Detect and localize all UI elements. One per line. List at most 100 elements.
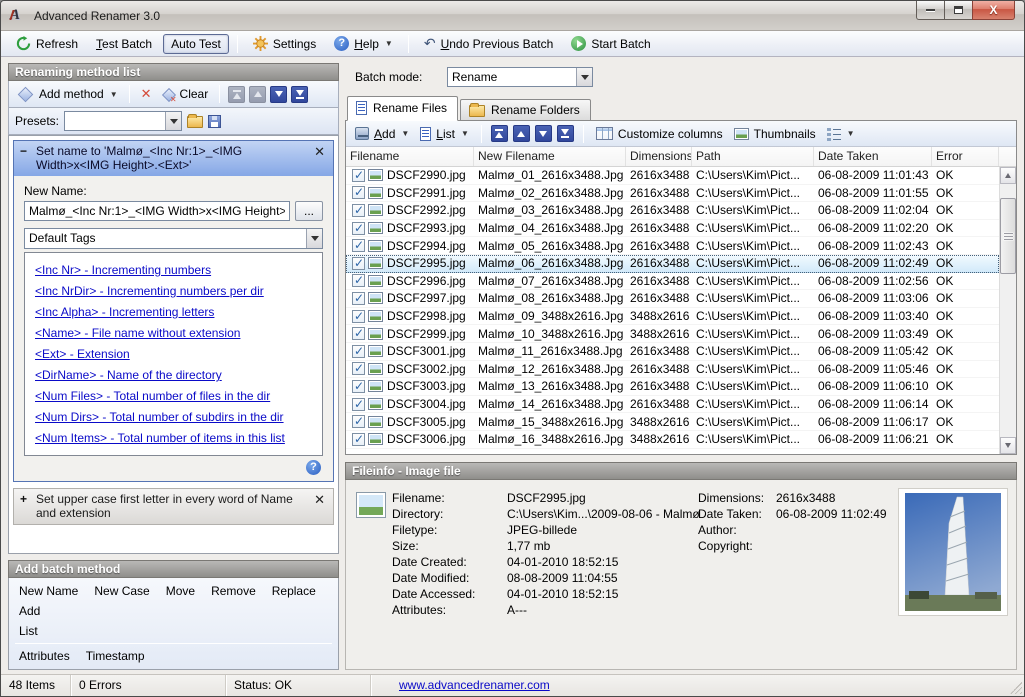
row-checkbox[interactable] xyxy=(352,398,365,411)
method-close-icon[interactable]: ✕ xyxy=(312,144,327,160)
table-row[interactable]: DSCF3004.jpg Malmø_14_2616x3488.Jpg 2616… xyxy=(346,396,999,414)
row-checkbox[interactable] xyxy=(352,362,365,375)
table-row[interactable]: DSCF2997.jpg Malmø_08_2616x3488.Jpg 2616… xyxy=(346,290,999,308)
table-row[interactable]: DSCF2996.jpg Malmø_07_2616x3488.Jpg 2616… xyxy=(346,273,999,291)
collapse-icon[interactable]: − xyxy=(20,144,30,158)
undo-previous-batch-button[interactable]: ↶ Undo Previous Batch xyxy=(417,35,560,53)
start-batch-button[interactable]: Start Batch xyxy=(564,34,657,53)
tag-link[interactable]: <Num Items> - Total number of items in t… xyxy=(35,428,312,449)
row-checkbox[interactable] xyxy=(352,186,365,199)
add-files-button[interactable]: Add▼ xyxy=(352,125,412,143)
move-file-bottom-button[interactable] xyxy=(557,125,574,142)
row-checkbox[interactable] xyxy=(352,380,365,393)
method-set-name-header[interactable]: − Set name to 'Malmø_<Inc Nr:1>_<IMG Wid… xyxy=(14,141,333,176)
add-method-shortcut-button[interactable]: New Name xyxy=(11,581,86,601)
help-button[interactable]: ? Help▼ xyxy=(327,34,400,53)
tag-link[interactable]: <Num Dirs> - Total number of subdirs in … xyxy=(35,407,312,428)
refresh-button[interactable]: Refresh xyxy=(9,34,85,53)
row-checkbox[interactable] xyxy=(352,274,365,287)
presets-select[interactable] xyxy=(64,111,182,131)
scrollbar-thumb[interactable] xyxy=(1000,198,1016,274)
method-new-case-header[interactable]: + Set upper case first letter in every w… xyxy=(14,489,333,524)
table-row[interactable]: DSCF3005.jpg Malmø_15_3488x2616.Jpg 3488… xyxy=(346,413,999,431)
row-checkbox[interactable] xyxy=(352,327,365,340)
table-row[interactable]: DSCF3001.jpg Malmø_11_2616x3488.Jpg 2616… xyxy=(346,343,999,361)
add-method-shortcut-button[interactable]: List xyxy=(11,621,46,641)
table-row[interactable]: DSCF3006.jpg Malmø_16_3488x2616.Jpg 3488… xyxy=(346,431,999,449)
row-checkbox[interactable] xyxy=(352,239,365,252)
table-row[interactable]: DSCF3002.jpg Malmø_12_2616x3488.Jpg 2616… xyxy=(346,361,999,379)
minimize-button[interactable] xyxy=(916,1,945,20)
settings-button[interactable]: Settings xyxy=(246,34,323,53)
tag-link[interactable]: <Name> - File name without extension xyxy=(35,323,312,344)
test-batch-button[interactable]: Test Batch xyxy=(89,35,159,53)
vertical-scrollbar[interactable] xyxy=(999,167,1016,454)
column-header-path[interactable]: Path xyxy=(692,147,814,166)
add-method-shortcut-button[interactable]: Remove xyxy=(203,581,264,601)
row-checkbox[interactable] xyxy=(352,204,365,217)
table-row[interactable]: DSCF2998.jpg Malmø_09_3488x2616.Jpg 3488… xyxy=(346,308,999,326)
add-method-shortcut-button[interactable]: Move xyxy=(158,581,203,601)
close-button[interactable]: X xyxy=(972,1,1015,20)
move-file-top-button[interactable] xyxy=(491,125,508,142)
view-mode-button[interactable]: ▼ xyxy=(824,125,858,142)
move-file-down-button[interactable] xyxy=(535,125,552,142)
tab-rename-folders[interactable]: Rename Folders xyxy=(460,99,591,121)
remove-method-button[interactable]: ✕ xyxy=(138,84,155,104)
tag-link[interactable]: <Num Files> - Total number of files in t… xyxy=(35,386,312,407)
row-checkbox[interactable] xyxy=(352,433,365,446)
column-header-error[interactable]: Error xyxy=(932,147,999,166)
add-method-shortcut-button[interactable]: Attributes xyxy=(11,646,78,666)
table-row[interactable]: DSCF2995.jpg Malmø_06_2616x3488.Jpg 2616… xyxy=(346,255,999,273)
add-method-shortcut-button[interactable]: New Case xyxy=(86,581,157,601)
method-close-icon[interactable]: ✕ xyxy=(312,492,327,508)
move-method-down-button[interactable] xyxy=(270,86,287,103)
save-preset-icon[interactable] xyxy=(208,115,221,128)
table-row[interactable]: DSCF2999.jpg Malmø_10_3488x2616.Jpg 3488… xyxy=(346,325,999,343)
add-method-shortcut-button[interactable]: Replace xyxy=(264,581,324,601)
expand-icon[interactable]: + xyxy=(20,492,30,506)
resize-grip[interactable] xyxy=(1010,682,1022,694)
tag-link[interactable]: <Ext> - Extension xyxy=(35,344,312,365)
column-header-filename[interactable]: Filename xyxy=(346,147,474,166)
tag-link[interactable]: <Inc NrDir> - Incrementing numbers per d… xyxy=(35,281,312,302)
row-checkbox[interactable] xyxy=(352,169,365,182)
column-header-date-taken[interactable]: Date Taken xyxy=(814,147,932,166)
maximize-button[interactable] xyxy=(945,1,972,20)
column-header-new-filename[interactable]: New Filename xyxy=(474,147,626,166)
tab-rename-files[interactable]: Rename Files xyxy=(347,96,458,121)
row-checkbox[interactable] xyxy=(352,222,365,235)
tag-category-select[interactable]: Default Tags xyxy=(24,228,323,249)
move-method-top-button[interactable] xyxy=(228,86,245,103)
table-row[interactable]: DSCF2991.jpg Malmø_02_2616x3488.Jpg 2616… xyxy=(346,185,999,203)
clear-methods-button[interactable]: Clear xyxy=(159,85,212,103)
batch-mode-select[interactable]: Rename xyxy=(447,67,593,87)
tags-dropdown-arrow[interactable] xyxy=(306,229,322,248)
row-checkbox[interactable] xyxy=(352,310,365,323)
table-row[interactable]: DSCF2993.jpg Malmø_04_2616x3488.Jpg 2616… xyxy=(346,220,999,238)
presets-dropdown-arrow[interactable] xyxy=(165,112,181,130)
row-checkbox[interactable] xyxy=(352,257,365,270)
customize-columns-button[interactable]: Customize columns xyxy=(593,125,726,143)
auto-test-toggle[interactable]: Auto Test xyxy=(163,34,229,54)
scroll-up-button[interactable] xyxy=(1000,167,1016,184)
batch-mode-dropdown-arrow[interactable] xyxy=(576,68,592,86)
scrollbar-track[interactable] xyxy=(1000,184,1016,437)
list-button[interactable]: List▼ xyxy=(417,125,472,143)
thumbnails-button[interactable]: Thumbnails xyxy=(731,125,819,143)
move-method-up-button[interactable] xyxy=(249,86,266,103)
table-row[interactable]: DSCF3003.jpg Malmø_13_2616x3488.Jpg 2616… xyxy=(346,378,999,396)
website-link[interactable]: www.advancedrenamer.com xyxy=(399,678,550,692)
add-method-shortcut-button[interactable]: Timestamp xyxy=(78,646,153,666)
move-file-up-button[interactable] xyxy=(513,125,530,142)
row-checkbox[interactable] xyxy=(352,415,365,428)
row-checkbox[interactable] xyxy=(352,292,365,305)
table-row[interactable]: DSCF2990.jpg Malmø_01_2616x3488.Jpg 2616… xyxy=(346,167,999,185)
tag-link[interactable]: <Inc Alpha> - Incrementing letters xyxy=(35,302,312,323)
add-method-button[interactable]: Add method▼ xyxy=(14,85,121,103)
more-button[interactable]: ... xyxy=(295,201,323,221)
table-row[interactable]: DSCF2992.jpg Malmø_03_2616x3488.Jpg 2616… xyxy=(346,202,999,220)
add-method-shortcut-button[interactable]: Add xyxy=(11,601,48,621)
column-header-dimensions[interactable]: Dimensions xyxy=(626,147,692,166)
move-method-bottom-button[interactable] xyxy=(291,86,308,103)
